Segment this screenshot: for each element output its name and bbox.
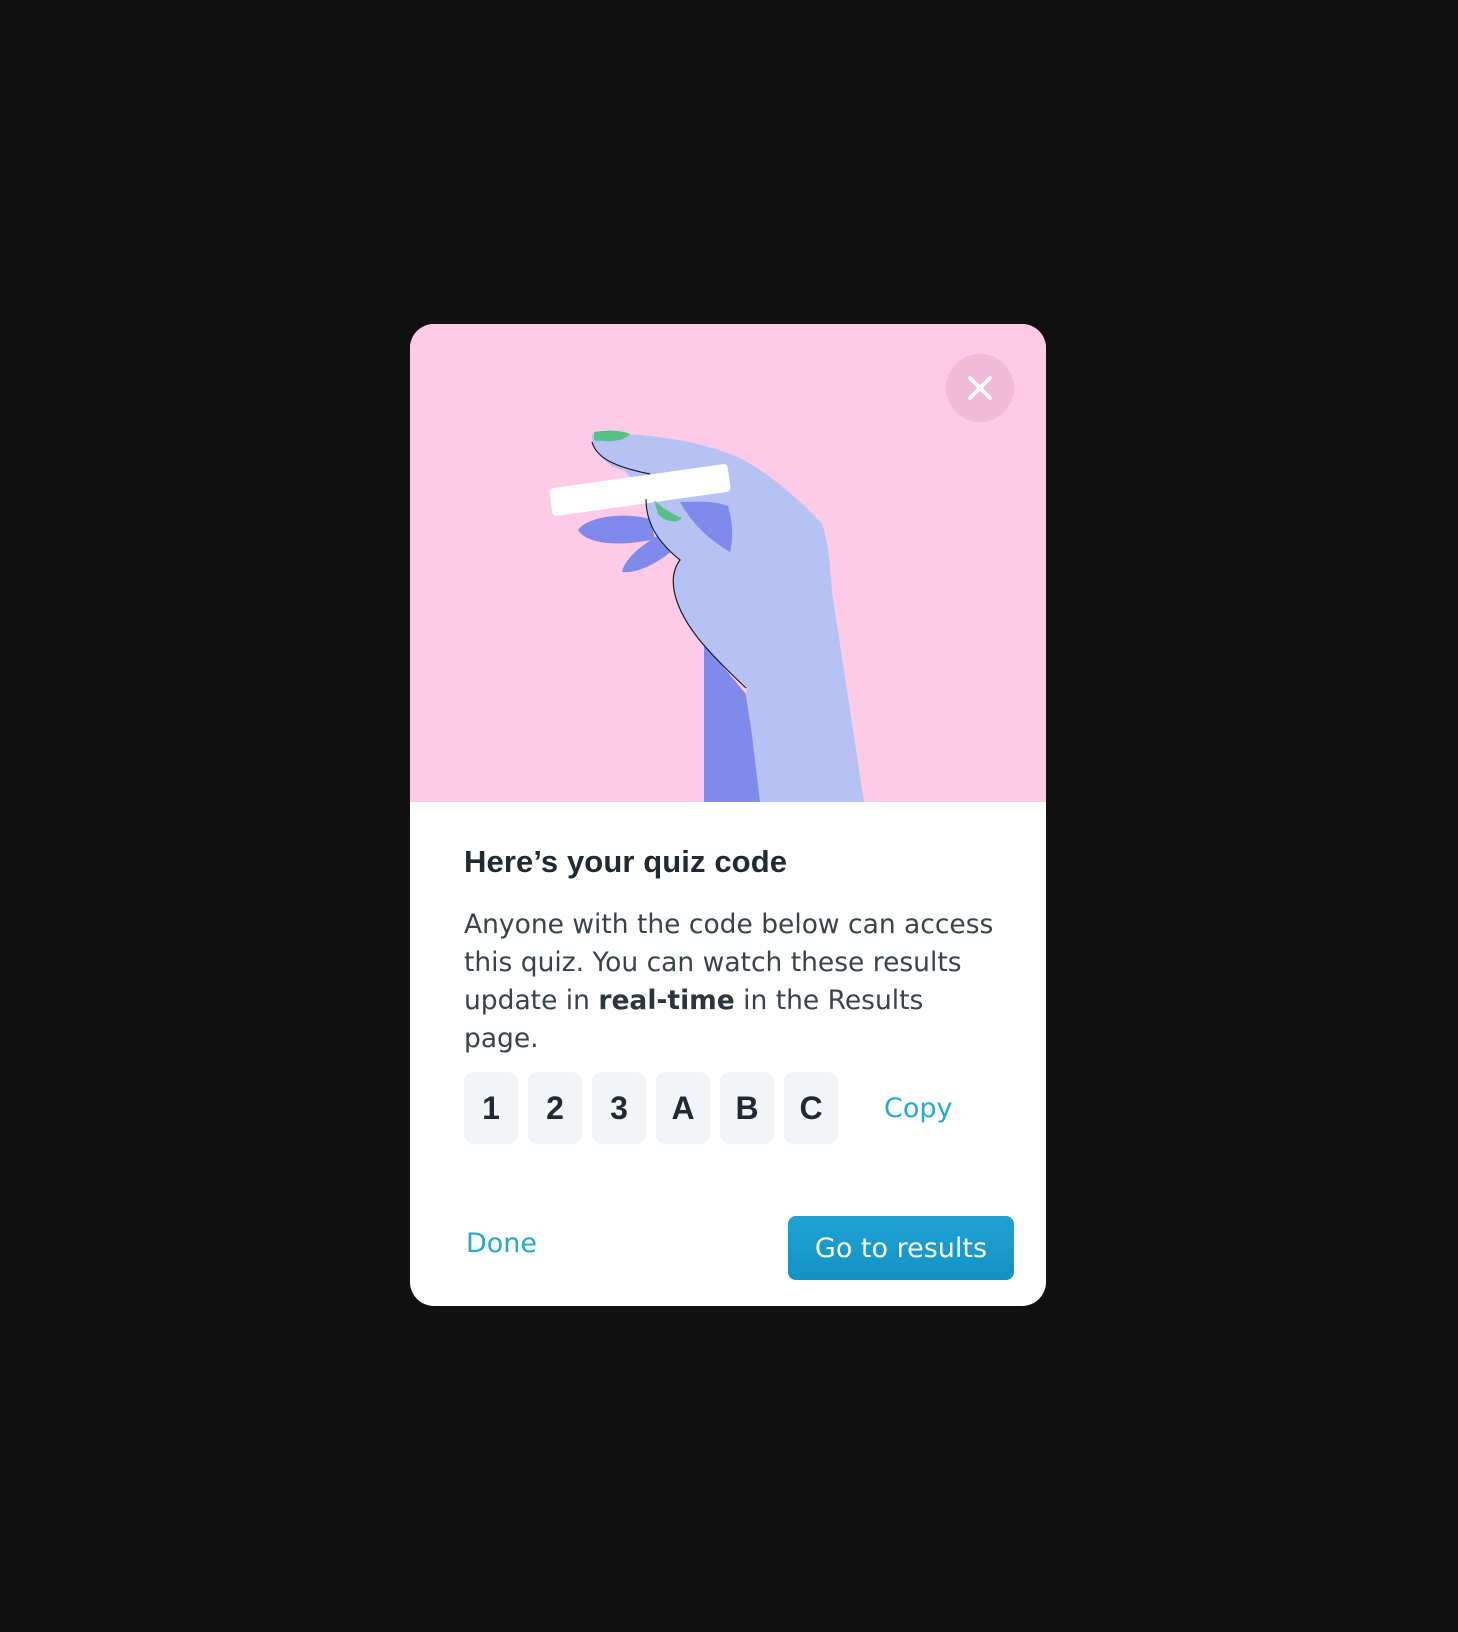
done-button[interactable]: Done bbox=[466, 1228, 537, 1259]
description-emphasis: real-time bbox=[598, 985, 735, 1016]
go-to-results-button[interactable]: Go to results bbox=[788, 1216, 1014, 1280]
quiz-code-dialog: Here’s your quiz code Anyone with the co… bbox=[410, 324, 1046, 1306]
code-character: C bbox=[784, 1072, 838, 1144]
code-character: A bbox=[656, 1072, 710, 1144]
code-character: B bbox=[720, 1072, 774, 1144]
code-character: 1 bbox=[464, 1072, 518, 1144]
hero-illustration-panel bbox=[410, 324, 1046, 802]
back-finger-2 bbox=[578, 515, 655, 544]
code-character: 2 bbox=[528, 1072, 582, 1144]
dialog-body: Here’s your quiz code Anyone with the co… bbox=[410, 802, 1046, 1306]
quiz-code-row: 1 2 3 A B C Copy bbox=[464, 1072, 953, 1144]
close-icon bbox=[968, 376, 992, 400]
close-button[interactable] bbox=[946, 354, 1014, 422]
code-character: 3 bbox=[592, 1072, 646, 1144]
dialog-description: Anyone with the code below can access th… bbox=[464, 906, 1004, 1058]
dialog-title: Here’s your quiz code bbox=[464, 844, 788, 879]
copy-code-button[interactable]: Copy bbox=[884, 1093, 953, 1124]
